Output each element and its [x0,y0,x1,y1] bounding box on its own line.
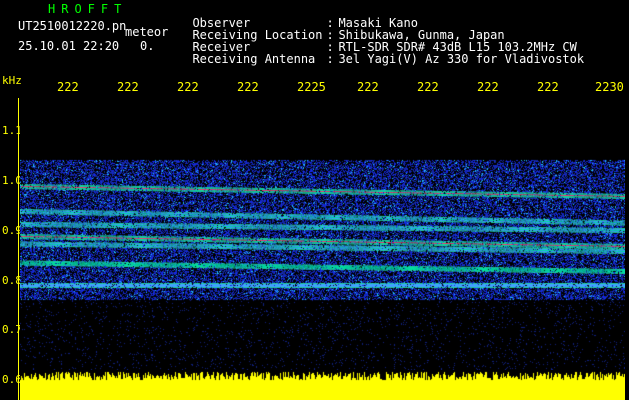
meteor-label: meteor [125,25,169,39]
date-time: 25.10.01 22:20 [18,39,120,53]
y-unit-label: kHz [2,74,22,87]
x-tick-label: 222 [117,80,139,94]
x-tick-label: 2230 [595,80,624,94]
x-tick-label: 222 [357,80,379,94]
file-name: UT2510012220.pn [18,19,127,33]
info-key: Receiving Antenna [192,52,316,66]
info-value: 3el Yagi(V) Az 330 for Vladivostok [338,52,585,66]
meteor-count: 0. [140,39,155,53]
amplitude-strip [20,370,625,400]
info-separator: : [326,52,334,66]
x-tick-label: 2225 [297,80,326,94]
x-tick-label: 222 [177,80,199,94]
spectrogram-canvas [20,98,625,370]
y-axis-line [18,98,19,400]
x-tick-label: 222 [417,80,439,94]
x-tick-label: 222 [237,80,259,94]
x-tick-label: 222 [57,80,79,94]
info-antenna: Receiving Antenna:3el Yagi(V) Az 330 for… [178,41,584,65]
x-tick-label: 222 [477,80,499,94]
x-tick-label: 222 [537,80,559,94]
app-title: HROFFT [48,2,128,16]
